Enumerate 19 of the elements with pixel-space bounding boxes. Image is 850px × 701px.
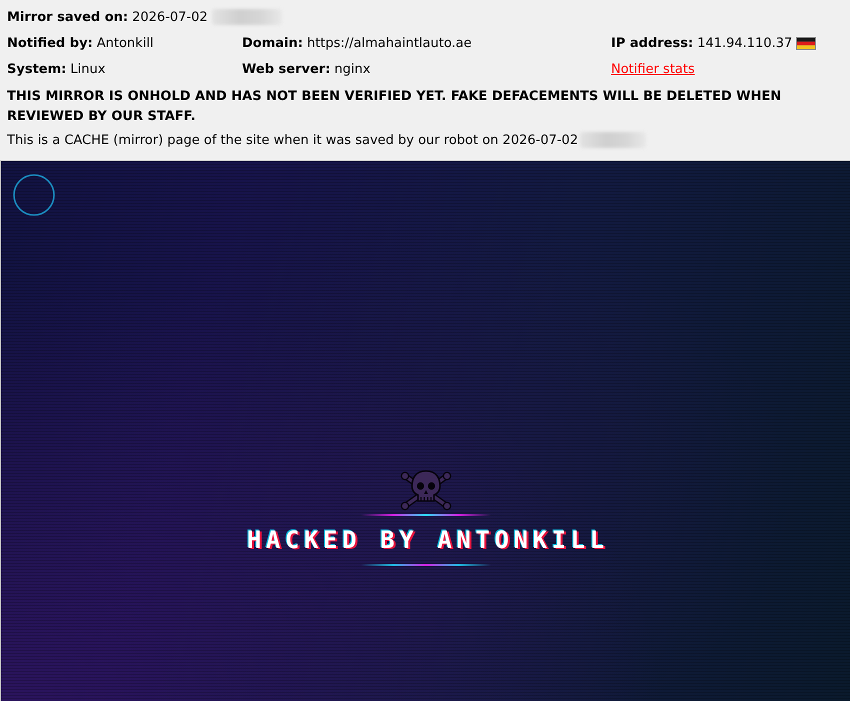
field-value: https://almahaintlauto.ae [306,36,472,50]
field-value: Linux [70,62,106,76]
field-label: Mirror saved on: [7,10,128,24]
flag-icon [796,36,816,50]
field-label: Domain: [242,36,303,50]
skull-crossbones-icon [400,468,452,512]
cache-note: This is a CACHE (mirror) page of the site when it was saved by our robot on 2026-07-02 [7,132,578,148]
warning-notice: THIS MIRROR IS ONHOLD AND HAS NOT BEEN VERIFIED YET. FAKE DEFACEMENTS WILL BE DELETED WHEN REVIEWED BY OUR STAFF. [7,88,782,126]
field-label: Web server: [242,62,330,76]
field-value: nginx [334,62,370,76]
field-label: IP address: [611,36,694,50]
field-value: 2026-07-02 [132,10,208,24]
field-label: Notified by: [7,36,93,50]
field-label: System: [7,62,66,76]
field-value: 141.94.110.37 [697,36,792,50]
ring-icon [13,174,55,216]
notifier-stats-link[interactable]: Notifier stats [611,62,695,76]
field-value: Antonkill [96,36,154,50]
hacked-title: HACKED BY ANTONKILL [246,526,609,554]
